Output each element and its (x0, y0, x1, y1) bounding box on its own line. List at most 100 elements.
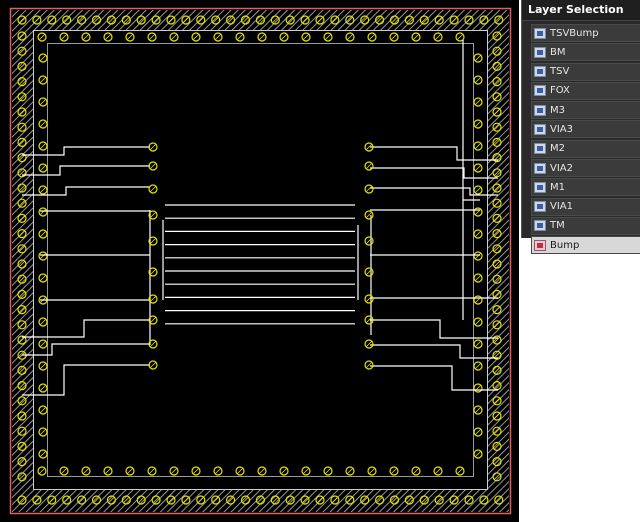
layer-item-tsv[interactable]: TSV (531, 62, 640, 81)
layer-icon (534, 123, 546, 135)
bump-mark (475, 165, 481, 171)
layer-label: TM (550, 220, 565, 232)
bump-mark (40, 275, 46, 281)
layer-icon (534, 104, 546, 116)
bump-mark (127, 34, 133, 40)
bump-mark (40, 55, 46, 61)
bump-mark (40, 363, 46, 369)
layer-item-bump[interactable]: Bump (531, 236, 640, 255)
bump-mark (40, 187, 46, 193)
layer-icon (534, 27, 546, 39)
layer-item-via3[interactable]: VIA3 (531, 120, 640, 139)
layout-canvas[interactable] (0, 0, 519, 522)
bump-mark (40, 121, 46, 127)
panel-title: Layer Selection (522, 0, 640, 21)
bump-mark (171, 468, 177, 474)
layer-item-m3[interactable]: M3 (531, 101, 640, 120)
bump-mark (40, 209, 46, 215)
layer-label: TSVBump (550, 27, 599, 39)
layer-label: M1 (550, 181, 565, 193)
bump-mark (193, 34, 199, 40)
bump-mark (475, 99, 481, 105)
bump-mark (281, 34, 287, 40)
layer-item-tsvbump[interactable]: TSVBump (531, 24, 640, 42)
bump-mark (105, 34, 111, 40)
bump-mark (281, 468, 287, 474)
bump-mark (303, 468, 309, 474)
layer-item-bm[interactable]: BM (531, 43, 640, 62)
bump-mark (40, 341, 46, 347)
bump-mark (150, 341, 156, 347)
bump-mark (475, 407, 481, 413)
bump-mark (40, 451, 46, 457)
bump-mark (475, 121, 481, 127)
bump-mark (475, 55, 481, 61)
bump-mark (171, 34, 177, 40)
bump-mark (150, 212, 156, 218)
layer-item-tm[interactable]: TM (531, 216, 640, 235)
inner-boundary (33, 30, 488, 490)
layer-icon (534, 46, 546, 58)
layer-item-m2[interactable]: M2 (531, 139, 640, 158)
bump-mark (61, 468, 67, 474)
layer-icon (534, 162, 546, 174)
bump-mark (435, 34, 441, 40)
layer-label: VIA1 (550, 201, 573, 213)
layer-label: VIA3 (550, 123, 573, 135)
bump-mark (435, 468, 441, 474)
layer-list: TSVBump BM TSV FOX M3 VIA3 M2 VIA2 M1 VI… (522, 21, 640, 255)
bump-mark (40, 429, 46, 435)
bump-mark (215, 34, 221, 40)
bump-mark (237, 468, 243, 474)
bump-mark (105, 468, 111, 474)
layout-drawing (9, 7, 512, 515)
wire (22, 319, 150, 338)
bump-mark (369, 468, 375, 474)
bump-mark (475, 363, 481, 369)
bump-mark (347, 468, 353, 474)
layer-item-m1[interactable]: M1 (531, 178, 640, 197)
bump-mark (150, 163, 156, 169)
bump-mark (40, 253, 46, 259)
bump-mark (127, 468, 133, 474)
bump-mark (413, 468, 419, 474)
bump-mark (61, 34, 67, 40)
bump-mark (150, 269, 156, 275)
inner-bump-array (148, 142, 374, 370)
bump-mark (150, 317, 156, 323)
wire (370, 319, 498, 339)
bump-mark (475, 253, 481, 259)
bump-mark (475, 451, 481, 457)
bump-mark (149, 468, 155, 474)
bump-mark (39, 468, 45, 474)
bump-mark (40, 407, 46, 413)
layer-icon (534, 220, 546, 232)
layer-item-via2[interactable]: VIA2 (531, 159, 640, 178)
bump-mark (150, 238, 156, 244)
bump-mark (325, 468, 331, 474)
layer-label: VIA2 (550, 162, 573, 174)
wire (370, 146, 498, 161)
layer-label: TSV (550, 66, 570, 78)
bump-layer-icon (534, 239, 546, 251)
layer-item-via1[interactable]: VIA1 (531, 197, 640, 216)
bump-mark (475, 275, 481, 281)
bump-mark (413, 34, 419, 40)
bump-mark (83, 468, 89, 474)
bump-mark (475, 341, 481, 347)
wire (370, 167, 498, 179)
bump-mark (83, 34, 89, 40)
bump-mark (457, 468, 463, 474)
bump-mark (40, 385, 46, 391)
layer-icon (534, 181, 546, 193)
layer-icon (534, 201, 546, 213)
bump-mark (215, 468, 221, 474)
bump-mark (149, 34, 155, 40)
bump-mark (391, 34, 397, 40)
bump-mark (40, 319, 46, 325)
layer-label: M2 (550, 143, 565, 155)
layer-item-fox[interactable]: FOX (531, 81, 640, 100)
bump-mark (237, 34, 243, 40)
bump-mark (475, 231, 481, 237)
bump-mark (366, 186, 372, 192)
